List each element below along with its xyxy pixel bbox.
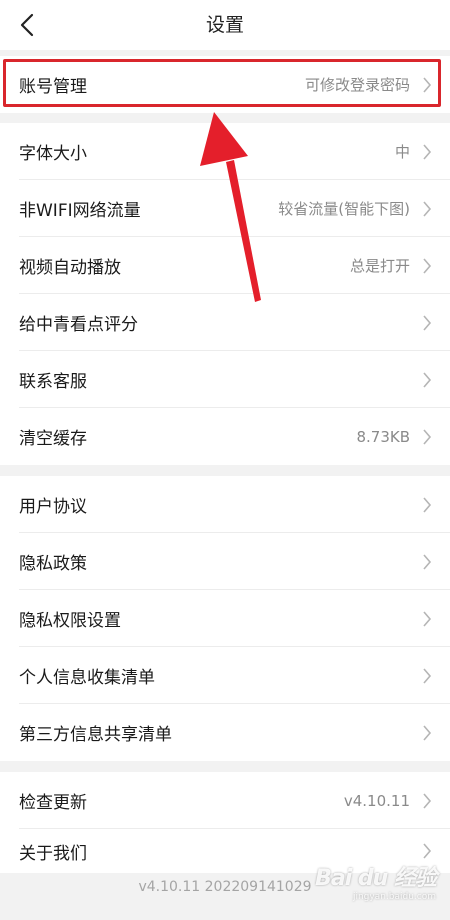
row-label: 隐私政策 bbox=[19, 554, 87, 574]
chevron-right-icon bbox=[423, 724, 432, 741]
chevron-right-icon bbox=[423, 667, 432, 684]
row-value: 可修改登录密码 bbox=[304, 76, 410, 94]
row-privacy-permissions[interactable]: 隐私权限设置 bbox=[0, 590, 450, 647]
chevron-right-icon bbox=[423, 843, 432, 859]
row-value: v4.10.11 bbox=[343, 791, 410, 810]
row-label: 字体大小 bbox=[19, 144, 87, 164]
row-value: 8.73KB bbox=[356, 427, 410, 446]
chevron-right-icon bbox=[423, 257, 432, 274]
row-third-party-sharing-list[interactable]: 第三方信息共享清单 bbox=[0, 704, 450, 761]
row-label: 账号管理 bbox=[19, 77, 87, 97]
row-about-us[interactable]: 关于我们 bbox=[0, 829, 450, 873]
chevron-right-icon bbox=[423, 76, 432, 93]
row-font-size[interactable]: 字体大小 中 bbox=[0, 123, 450, 180]
row-user-agreement[interactable]: 用户协议 bbox=[0, 476, 450, 533]
row-label: 第三方信息共享清单 bbox=[19, 725, 172, 745]
settings-group-general: 字体大小 中 非WIFI网络流量 较省流量(智能下图) 视频自动播放 总是打开 … bbox=[0, 123, 450, 465]
chevron-right-icon bbox=[423, 143, 432, 160]
row-account-management[interactable]: 账号管理 可修改登录密码 bbox=[0, 56, 450, 113]
chevron-right-icon bbox=[423, 496, 432, 513]
app-version-footer: v4.10.11 202209141029 bbox=[138, 879, 312, 895]
row-video-autoplay[interactable]: 视频自动播放 总是打开 bbox=[0, 237, 450, 294]
row-value: 中 bbox=[394, 143, 410, 161]
row-privacy-policy[interactable]: 隐私政策 bbox=[0, 533, 450, 590]
row-contact-support[interactable]: 联系客服 bbox=[0, 351, 450, 408]
chevron-right-icon bbox=[423, 428, 432, 445]
settings-group-about: 检查更新 v4.10.11 关于我们 bbox=[0, 772, 450, 873]
row-label: 联系客服 bbox=[19, 372, 87, 392]
navigation-bar: 设置 bbox=[0, 0, 450, 50]
row-personal-info-list[interactable]: 个人信息收集清单 bbox=[0, 647, 450, 704]
row-check-update[interactable]: 检查更新 v4.10.11 bbox=[0, 772, 450, 829]
row-clear-cache[interactable]: 清空缓存 8.73KB bbox=[0, 408, 450, 465]
row-label: 清空缓存 bbox=[19, 429, 87, 449]
row-label: 非WIFI网络流量 bbox=[19, 201, 141, 221]
chevron-right-icon bbox=[423, 792, 432, 809]
chevron-right-icon bbox=[423, 200, 432, 217]
chevron-right-icon bbox=[423, 610, 432, 627]
row-value: 总是打开 bbox=[349, 257, 410, 275]
row-label: 隐私权限设置 bbox=[19, 611, 121, 631]
row-value: 较省流量(智能下图) bbox=[278, 200, 410, 218]
row-label: 检查更新 bbox=[19, 793, 87, 813]
chevron-right-icon bbox=[423, 553, 432, 570]
chevron-right-icon bbox=[423, 371, 432, 388]
page-title: 设置 bbox=[205, 14, 244, 36]
row-label: 个人信息收集清单 bbox=[19, 668, 155, 688]
row-label: 给中青看点评分 bbox=[19, 315, 138, 335]
settings-group-account: 账号管理 可修改登录密码 bbox=[0, 56, 450, 113]
row-non-wifi-traffic[interactable]: 非WIFI网络流量 较省流量(智能下图) bbox=[0, 180, 450, 237]
settings-group-legal: 用户协议 隐私政策 隐私权限设置 个人信息收集清单 第三方信息共享清单 bbox=[0, 476, 450, 761]
row-label: 用户协议 bbox=[19, 497, 87, 517]
row-rate-app[interactable]: 给中青看点评分 bbox=[0, 294, 450, 351]
chevron-right-icon bbox=[423, 314, 432, 331]
settings-screen: 设置 账号管理 可修改登录密码 字体大小 中 非WIFI网络流量 较省流量(智能… bbox=[0, 0, 450, 920]
row-label: 关于我们 bbox=[19, 843, 87, 864]
row-label: 视频自动播放 bbox=[19, 258, 121, 278]
